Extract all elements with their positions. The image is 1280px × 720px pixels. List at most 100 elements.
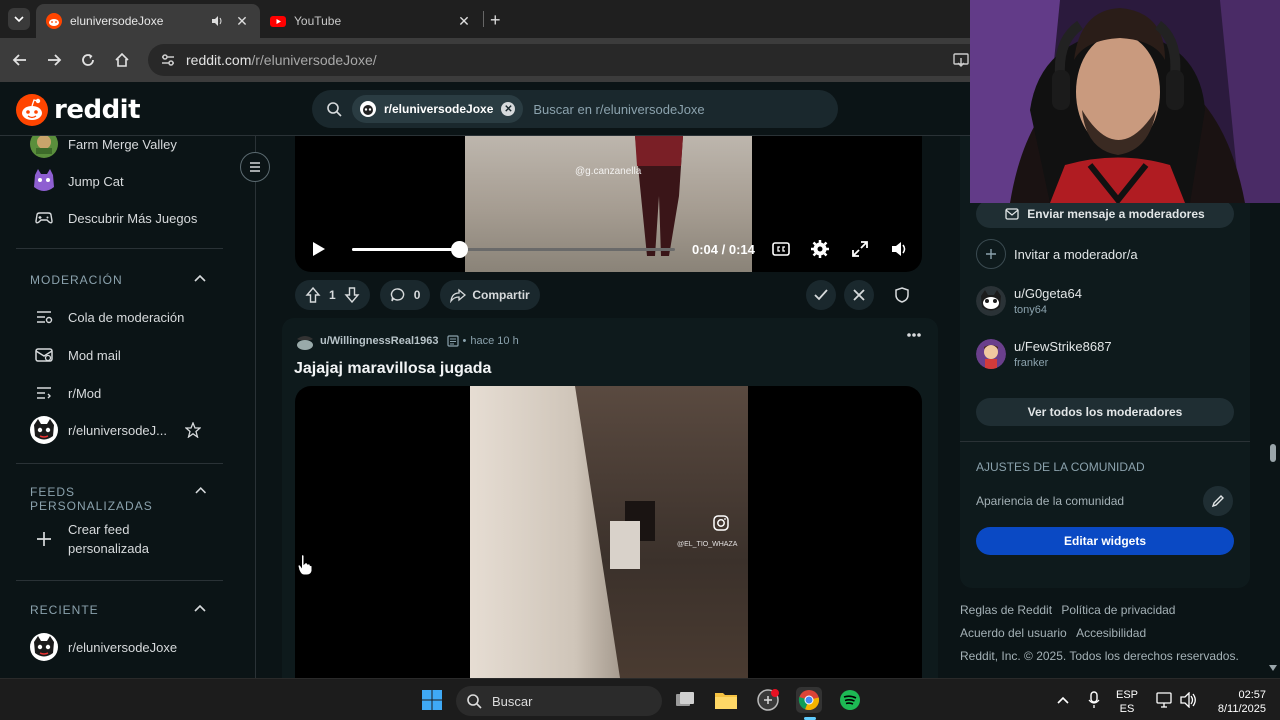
scrollbar-thumb[interactable] [1270, 444, 1276, 462]
moderator-entry[interactable]: u/G0geta64 tony64 [976, 286, 1082, 316]
community-settings-heading: AJUSTES DE LA COMUNIDAD [976, 460, 1145, 474]
speaker-icon[interactable] [210, 14, 224, 28]
volume-icon[interactable] [890, 240, 908, 258]
invite-moderator[interactable]: Invitar a moderador/a [976, 239, 1138, 269]
windows-start-icon[interactable] [419, 687, 445, 713]
install-app-icon[interactable] [953, 52, 969, 68]
recent-section-header[interactable]: RECIENTE [30, 603, 206, 617]
address-bar[interactable]: reddit.com/r/eluniversodeJoxe/ [148, 44, 970, 76]
downvote-icon[interactable] [344, 287, 360, 303]
favorite-star-icon[interactable] [185, 422, 201, 438]
more-options-icon[interactable] [906, 332, 922, 338]
input-language[interactable]: ESP ES [1116, 688, 1138, 716]
taskbar-search[interactable]: Buscar [456, 686, 662, 716]
video-watermark: @g.canzanella [575, 166, 642, 177]
tab-youtube[interactable]: YouTube ✕ [262, 4, 482, 38]
post-title[interactable]: Jajajaj maravillosa jugada [294, 360, 491, 378]
reddit-logo[interactable]: reddit [16, 94, 141, 126]
video-player[interactable]: @g.canzanella 0:04 / 0:14 [295, 136, 922, 272]
video-seek-handle[interactable] [450, 241, 468, 258]
moderator-entry[interactable]: u/FewStrike8687 franker [976, 339, 1112, 369]
chrome-icon[interactable] [796, 687, 822, 713]
user-avatar[interactable] [294, 330, 316, 352]
sidebar-item-discover-games[interactable]: Descubrir Más Juegos [30, 204, 197, 232]
forward-icon[interactable] [44, 50, 64, 70]
video-seek-bar[interactable] [352, 241, 675, 258]
mod-shield-button[interactable] [887, 280, 917, 310]
sidebar-item-farm-merge-valley[interactable]: Farm Merge Valley [30, 136, 177, 158]
create-custom-feed[interactable]: Crear feed personalizada [30, 520, 149, 558]
video-player[interactable]: @EL_TIO_WHAZA [295, 386, 922, 678]
sidebar-item-label: Mod mail [68, 347, 121, 363]
tab-search-button[interactable] [8, 8, 30, 30]
site-info-icon[interactable] [160, 52, 176, 68]
new-tab-icon[interactable]: + [490, 10, 501, 31]
webcam-overlay [970, 0, 1280, 203]
url-host: reddit.com [186, 52, 252, 68]
remove-button[interactable] [844, 280, 874, 310]
edit-appearance-button[interactable] [1203, 486, 1233, 516]
close-tab-icon[interactable]: ✕ [234, 13, 250, 29]
upvote-icon[interactable] [305, 287, 321, 303]
volume-icon[interactable] [1180, 692, 1198, 708]
page-scrollbar[interactable] [1266, 203, 1280, 678]
file-explorer-icon[interactable] [713, 687, 739, 713]
task-view-icon[interactable] [672, 687, 698, 713]
microphone-icon[interactable] [1088, 691, 1100, 709]
post-card[interactable]: u/WillingnessReal1963 • hace 10 h Jajaja… [282, 318, 938, 678]
language-code: ESP [1116, 689, 1139, 701]
sidebar-item-mod-mail[interactable]: Mod mail [30, 341, 121, 369]
edit-widgets-button[interactable]: Editar widgets [976, 527, 1234, 555]
scroll-down-arrow-icon[interactable] [1269, 665, 1277, 671]
sidebar-item-jump-cat[interactable]: Jump Cat [30, 167, 124, 195]
back-icon[interactable] [10, 50, 30, 70]
comment-count: 0 [413, 288, 421, 302]
collapse-sidebar-button[interactable] [240, 152, 270, 182]
clear-chip-icon[interactable]: ✕ [501, 102, 516, 116]
close-icon [853, 289, 865, 301]
network-icon[interactable] [1156, 692, 1174, 708]
moderation-heading: MODERACIÓN [30, 273, 123, 287]
tab-eluniversodejoxe[interactable]: eluniversodeJoxe ✕ [36, 4, 260, 38]
comments-button[interactable]: 0 [379, 280, 431, 310]
app-with-notification-icon[interactable] [755, 687, 781, 713]
clock[interactable]: 02:57 8/11/2025 [1206, 688, 1266, 716]
sidebar-item-mod-queue[interactable]: Cola de moderación [30, 303, 184, 331]
meta-separator: • [462, 335, 467, 347]
video-progress-fill [352, 248, 459, 251]
moderation-section-header[interactable]: MODERACIÓN [30, 273, 206, 287]
view-all-mods-button[interactable]: Ver todos los moderadores [976, 398, 1234, 426]
post-author[interactable]: u/WillingnessReal1963 [320, 335, 439, 347]
reddit-header: reddit r/eluniversodeJoxe ✕ Buscar en r/… [0, 82, 970, 136]
search-bar[interactable]: r/eluniversodeJoxe ✕ Buscar en r/elunive… [312, 90, 838, 128]
captions-icon[interactable] [772, 240, 790, 258]
invite-moderator-label: Invitar a moderador/a [1014, 246, 1138, 262]
sidebar-divider [16, 463, 223, 464]
footer-agreement-link[interactable]: Acuerdo del usuario [960, 626, 1067, 640]
footer-accessibility-link[interactable]: Accesibilidad [1076, 626, 1146, 640]
fullscreen-icon[interactable] [851, 240, 869, 258]
sidebar-item-recent-eluniversodejoxe[interactable]: r/eluniversodeJoxe [30, 633, 177, 661]
sidebar-item-label: Cola de moderación [68, 309, 185, 325]
footer-rules-link[interactable]: Reglas de Reddit [960, 603, 1052, 617]
reload-icon[interactable] [78, 50, 98, 70]
chevron-up-icon[interactable] [1057, 696, 1069, 704]
custom-feeds-section-header[interactable]: FEEDS PERSONALIZADAS [30, 485, 206, 513]
settings-gear-icon[interactable] [811, 240, 829, 258]
vote-group: 1 [295, 280, 370, 310]
play-icon[interactable] [309, 240, 327, 258]
mod-queue-icon [30, 303, 58, 331]
home-icon[interactable] [112, 50, 132, 70]
sidebar-item-r-mod[interactable]: r/Mod [30, 379, 101, 407]
spotify-icon[interactable] [837, 687, 863, 713]
share-button[interactable]: Compartir [440, 280, 540, 310]
recent-heading: RECIENTE [30, 603, 99, 617]
video-time: 0:04 / 0:14 [692, 242, 755, 257]
plus-icon [976, 239, 1006, 269]
subreddit-search-chip[interactable]: r/eluniversodeJoxe ✕ [352, 95, 524, 123]
close-tab-icon[interactable]: ✕ [456, 13, 472, 29]
footer-privacy-link[interactable]: Política de privacidad [1061, 603, 1175, 617]
sidebar-item-eluniversodejoxe[interactable]: r/eluniversodeJ... [30, 416, 206, 444]
approve-button[interactable] [806, 280, 836, 310]
message-mods-button[interactable]: Enviar mensaje a moderadores [976, 200, 1234, 228]
